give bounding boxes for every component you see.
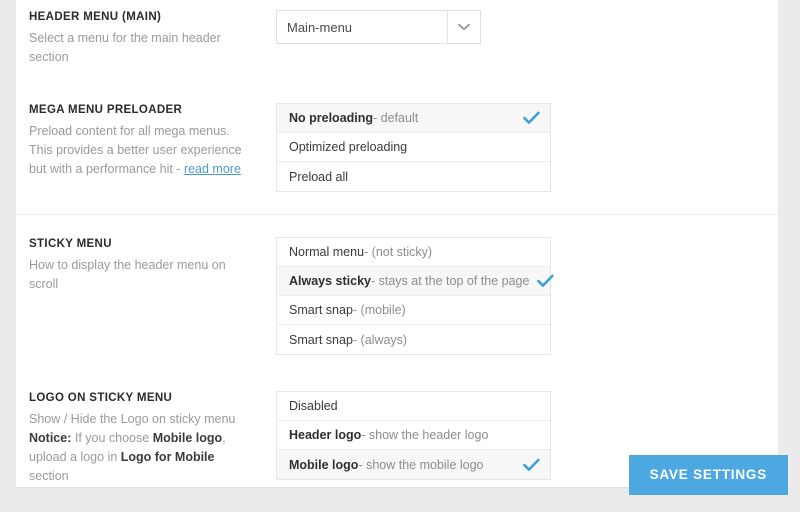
setting-control-column: Normal menu - (not sticky) Always sticky … — [246, 237, 778, 355]
description-emphasis: Notice: — [29, 431, 72, 445]
option-label: Smart snap — [289, 332, 353, 347]
option-label: Header logo — [289, 428, 362, 442]
setting-title: LOGO ON STICKY MENU — [29, 392, 173, 404]
option-label: Mobile logo — [289, 457, 359, 472]
option-item[interactable]: No preloading - default — [277, 104, 550, 133]
chevron-down-icon[interactable] — [447, 11, 480, 43]
option-label: Smart snap — [289, 303, 353, 317]
option-list-sticky-menu: Normal menu - (not sticky) Always sticky … — [276, 237, 555, 355]
read-more-link[interactable]: read more — [184, 162, 241, 176]
setting-control-column: Main-menu — [246, 10, 778, 44]
settings-panel: HEADER MENU (MAIN) Select a menu for the … — [16, 0, 778, 487]
setting-title: HEADER MENU (MAIN) — [29, 11, 162, 23]
setting-description: Show / Hide the Logo on sticky menu Notic… — [29, 410, 246, 486]
check-icon — [529, 274, 555, 288]
option-label: Disabled — [289, 399, 338, 413]
settings-groups: HEADER MENU (MAIN) Select a menu for the … — [16, 0, 778, 512]
option-item[interactable]: Smart snap - (always) — [277, 325, 550, 354]
option-item[interactable]: Always sticky - stays at the top of the … — [277, 267, 555, 296]
description-text: How to display the header menu on scroll — [29, 258, 226, 291]
option-item[interactable]: Smart snap - (mobile) — [277, 296, 550, 325]
option-label: Preload all — [289, 169, 349, 184]
option-sublabel: - stays at the top of the page — [371, 274, 530, 288]
setting-control-column: No preloading - default Optimized preload… — [246, 103, 778, 192]
option-item[interactable]: Mobile logo - show the mobile logo — [277, 450, 550, 479]
option-item[interactable]: Header logo - show the header logo — [277, 421, 550, 450]
description-text: Show / Hide the Logo on sticky menu — [29, 412, 236, 426]
check-icon — [515, 111, 540, 125]
option-sublabel: - show the header logo — [361, 428, 489, 442]
description-emphasis: Mobile logo — [152, 431, 223, 445]
menu-select[interactable]: Main-menu — [276, 10, 481, 44]
description-text: section — [29, 469, 69, 483]
setting-label-column: STICKY MENU How to display the header men… — [16, 237, 246, 294]
option-list-mega-menu-preloader: No preloading - default Optimized preload… — [276, 103, 551, 192]
option-item[interactable]: Optimized preloading — [277, 133, 550, 162]
description-text: If you choose — [71, 431, 153, 445]
setting-label-column: HEADER MENU (MAIN) Select a menu for the … — [16, 10, 246, 67]
option-sublabel: - (always) — [352, 332, 408, 347]
option-sublabel: - (not sticky) — [364, 245, 433, 259]
setting-label-column: LOGO ON STICKY MENU Show / Hide the Logo … — [16, 391, 246, 486]
option-sublabel: - (mobile) — [352, 303, 406, 317]
setting-title: STICKY MENU — [29, 238, 112, 250]
description-text: Select a menu for the main header sectio… — [29, 31, 221, 64]
option-sublabel: - show the mobile logo — [358, 457, 484, 472]
setting-description: How to display the header menu on scroll — [29, 256, 246, 294]
settings-group: HEADER MENU (MAIN) Select a menu for the … — [16, 0, 778, 214]
setting-description: Select a menu for the main header sectio… — [29, 29, 246, 67]
setting-description: Preload content for all mega menus. This… — [29, 122, 246, 179]
setting-row-header-menu-main: HEADER MENU (MAIN) Select a menu for the … — [16, 0, 778, 85]
menu-select-value: Main-menu — [287, 19, 353, 35]
option-label: Optimized preloading — [289, 140, 408, 154]
option-sublabel: - default — [373, 111, 419, 125]
setting-title: MEGA MENU PRELOADER — [29, 104, 183, 116]
save-settings-button[interactable]: SAVE SETTINGS — [628, 455, 788, 495]
option-label: No preloading — [289, 111, 374, 125]
option-item[interactable]: Normal menu - (not sticky) — [277, 238, 550, 267]
description-emphasis: Logo for Mobile — [120, 450, 215, 464]
option-list-logo-on-sticky-menu: Disabled Header logo - show the header lo… — [276, 391, 551, 480]
settings-page: HEADER MENU (MAIN) Select a menu for the … — [0, 0, 800, 502]
setting-row-mega-menu-preloader: MEGA MENU PRELOADER Preload content for a… — [16, 85, 778, 214]
option-item[interactable]: Preload all — [277, 162, 550, 191]
option-label: Normal menu — [289, 245, 365, 259]
option-label: Always sticky — [289, 274, 371, 288]
setting-label-column: MEGA MENU PRELOADER Preload content for a… — [16, 103, 246, 179]
check-icon — [515, 458, 540, 472]
option-item[interactable]: Disabled — [277, 392, 550, 421]
setting-row-sticky-menu: STICKY MENU How to display the header men… — [16, 215, 778, 373]
